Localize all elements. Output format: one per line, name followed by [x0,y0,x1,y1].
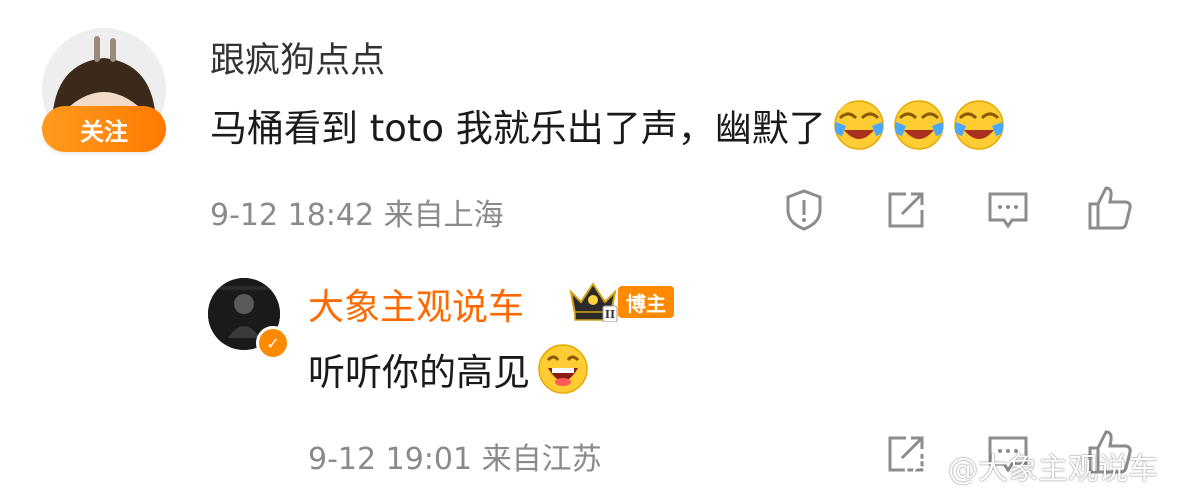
reply-text-row: 听听你的高见 [308,342,590,396]
comment-icon[interactable] [984,186,1032,234]
weibo-logo-icon [904,450,944,482]
blogger-badge: 博主 [618,286,674,318]
crown-icon: II [567,280,619,323]
reply-username[interactable]: 大象主观说车 [308,278,524,330]
commenter-username[interactable]: 跟疯狗点点 [210,32,385,83]
comment-text: 马桶看到 toto 我就乐出了声，幽默了 [210,107,826,150]
laugh-cry-emoji [892,98,946,152]
reply-text: 听听你的高见 [308,351,530,394]
comment-text-row: 马桶看到 toto 我就乐出了声，幽默了 [210,98,1006,152]
watermark-text: @大象主观说车 [948,452,1158,487]
share-icon[interactable] [882,186,930,234]
big-grin-emoji [536,342,590,396]
weibo-watermark: @大象主观说车 [904,444,1158,488]
verified-icon: ✓ [256,326,290,360]
laugh-cry-emoji [952,98,1006,152]
like-icon[interactable] [1086,184,1134,232]
reply-meta: 9-12 19:01 来自江苏 [308,442,602,477]
crown-level: II [605,308,615,321]
report-icon[interactable] [780,186,828,234]
follow-button[interactable]: 关注 [42,106,166,152]
laugh-cry-emoji [832,98,886,152]
comment-meta: 9-12 18:42 来自上海 [210,198,504,233]
